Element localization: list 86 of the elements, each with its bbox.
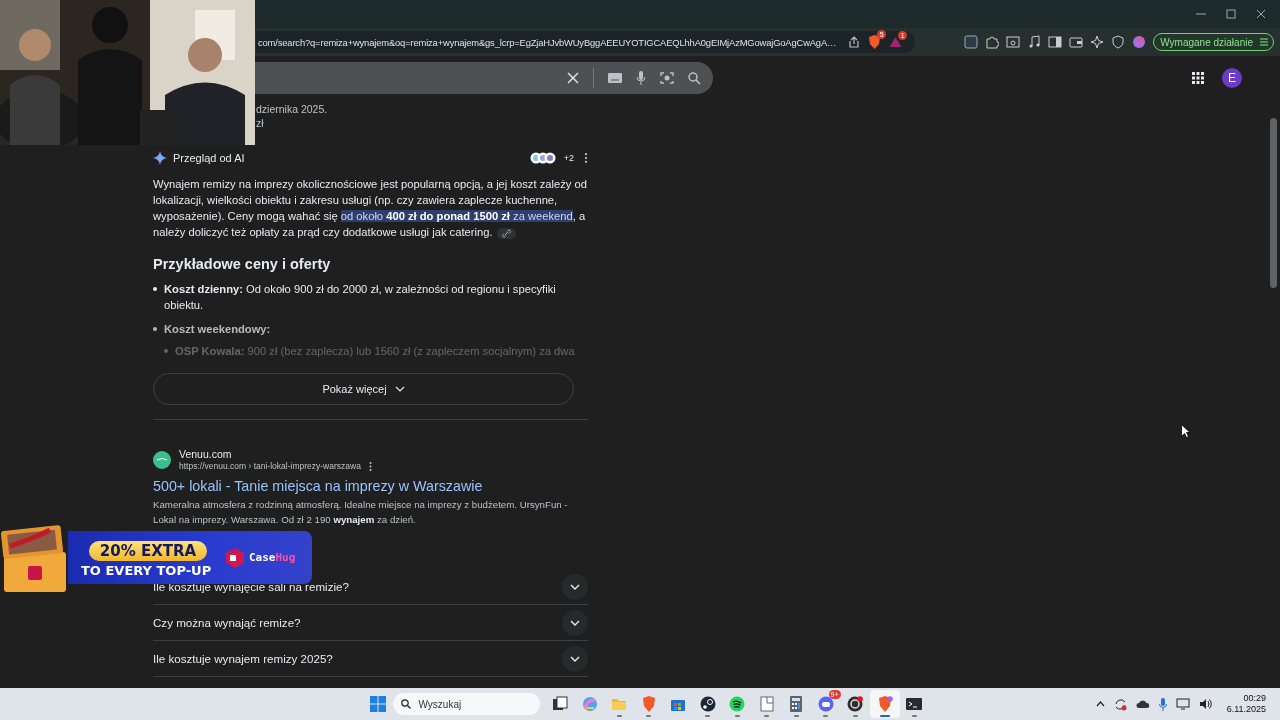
sparkle-icon	[153, 151, 167, 165]
expand-button[interactable]	[562, 573, 588, 600]
chevron-down-icon	[394, 386, 405, 392]
monitor-network-icon[interactable]	[1175, 698, 1190, 710]
gradient-circle-icon[interactable]	[1132, 35, 1147, 49]
copilot-swirl-icon	[581, 696, 598, 712]
microphone-icon[interactable]	[636, 71, 646, 85]
chevron-down-icon	[570, 655, 580, 662]
bullet-icon	[164, 349, 168, 353]
cloud-icon[interactable]	[1135, 699, 1150, 709]
treasure-chest-icon	[0, 522, 68, 594]
question-text[interactable]: Czy można wynająć remize?	[153, 616, 301, 629]
ad-banner[interactable]: 20% EXTRA TO EVERY TOP-UP CaseHug	[68, 531, 312, 584]
bullet-icon	[153, 327, 157, 331]
task-view-icon	[552, 696, 569, 712]
sim-icon[interactable]	[964, 35, 979, 49]
taskbar-search-field[interactable]: Wyszukaj	[392, 693, 540, 715]
ad-subline: TO EVERY TOP-UP	[81, 563, 212, 578]
question-text[interactable]: Ile kosztuje wynajem remizy 2025?	[153, 652, 333, 665]
snippet-text: dziernika 2025.	[256, 102, 328, 116]
profile-avatar[interactable]: E	[1222, 68, 1242, 88]
music-note-icon[interactable]	[1027, 35, 1042, 49]
url-text: com/search?q=remiza+wynajem&oq=remiza+wynajem&gs_lcrp=EgZjaHJvbWUyBggAEEUYOTIGCAEQLhhA0gEIMjAzMGowajGoAgCwAgA…	[258, 36, 837, 48]
ad-headline: 20% EXTRA	[89, 541, 207, 561]
ai-overview-title: Przegląd od AI	[173, 152, 245, 164]
section-heading: Przykładowe ceny i oferty	[153, 255, 332, 273]
tab-search-icon[interactable]	[1006, 35, 1021, 49]
result-title-link[interactable]: 500+ lokali - Tanie miejsca na imprezy w Warszawie	[153, 477, 588, 495]
triangle-icon[interactable]	[889, 36, 903, 48]
expand-button[interactable]	[562, 609, 588, 636]
wallet-icon[interactable]	[1069, 35, 1084, 49]
calculator-icon	[788, 696, 805, 712]
more-options-icon[interactable]	[584, 153, 588, 163]
lion-shield-icon	[876, 696, 893, 712]
chevron-up-icon[interactable]	[1095, 701, 1105, 707]
bullet-icon	[153, 287, 157, 291]
chevron-down-icon	[570, 619, 580, 626]
overview-paragraph: Wynajem remizy na imprezy okolicznościowe jest popularną opcją, a jej koszt zależy od lokalizacji, wielkości obiektu i zakresu usługi (np. czy zawiera zaplecze kuchenne, wyposażenie). Ceny mogą wahać się od około 400 zł do ponad 1500 zł za weekend, a należy doliczyć też opłaty za prąd czy dodatkowe usługi jak catering.	[153, 177, 588, 240]
microphone-icon[interactable]	[1158, 697, 1167, 711]
brand-name: CaseHug	[249, 551, 296, 564]
record-circle-icon	[847, 696, 864, 712]
bullet-text: Koszt dzienny: Od około 900 zł do 2000 zł, w zależności od regionu i specyfiki obiektu.	[164, 282, 557, 313]
expand-button[interactable]	[562, 645, 588, 672]
steam-icon	[699, 696, 716, 712]
site-logo-icon	[153, 450, 171, 469]
maximize-icon[interactable]	[1226, 9, 1236, 19]
site-name: Venuu.com	[179, 448, 233, 461]
speaker-icon[interactable]	[1198, 698, 1212, 710]
action-required-button[interactable]: Wymagane działanie	[1153, 33, 1274, 51]
lion-shield-icon[interactable]	[868, 35, 882, 49]
chevron-down-icon	[570, 583, 580, 590]
source-count[interactable]: +2	[563, 153, 574, 163]
cube-logo-icon	[225, 548, 245, 568]
search-icon	[400, 699, 411, 709]
spotify-icon	[729, 696, 746, 712]
sidebar-icon[interactable]	[1048, 35, 1063, 49]
camera-lens-icon[interactable]	[660, 71, 674, 85]
clock-date[interactable]: 6.11.2025	[1226, 704, 1266, 715]
windows-logo-icon	[369, 696, 386, 712]
scrollbar-thumb[interactable]	[1269, 118, 1277, 288]
sync-icon[interactable]	[1113, 697, 1127, 711]
clock-time[interactable]: 00:29	[1226, 693, 1266, 704]
bullet-text: OSP Kowala: 900 zł (bez zaplecza) lub 1560 zł (z zapleczem socjalnym) za dwa	[175, 344, 575, 359]
link-icon	[501, 228, 511, 238]
share-icon[interactable]	[848, 36, 861, 48]
folder-icon	[611, 696, 628, 712]
site-icon[interactable]	[543, 152, 556, 164]
clear-icon[interactable]	[567, 72, 579, 84]
terminal-icon	[906, 696, 923, 712]
sparkle-icon[interactable]	[1090, 35, 1105, 49]
result-url: https://venuu.com › tani-lokal-imprezy-warszawa	[179, 461, 361, 471]
more-options-icon[interactable]	[368, 461, 372, 471]
snippet-text: zł	[256, 116, 264, 130]
shield-icon[interactable]	[1111, 35, 1126, 49]
source-link[interactable]	[496, 227, 516, 239]
close-icon[interactable]	[1256, 9, 1266, 19]
bullet-text: Koszt weekendowy:	[164, 322, 272, 337]
mouse-pointer-icon	[1181, 424, 1190, 438]
search-icon[interactable]	[688, 71, 701, 85]
apps-grid-icon[interactable]	[1192, 72, 1204, 84]
puzzle-icon[interactable]	[985, 35, 1000, 49]
game-controller-icon	[817, 696, 834, 712]
notepad-icon	[758, 696, 775, 712]
menu-icon	[1259, 37, 1269, 47]
result-snippet: Kameralna atmosfera z rodzinną atmosferą. Idealne miejsce na imprezy z budżetem. UrsynFun - Lokal na imprezy. Warszawa. Od zł 2 190 wynajem za dzień.	[153, 498, 569, 527]
lion-shield-icon	[640, 696, 657, 712]
